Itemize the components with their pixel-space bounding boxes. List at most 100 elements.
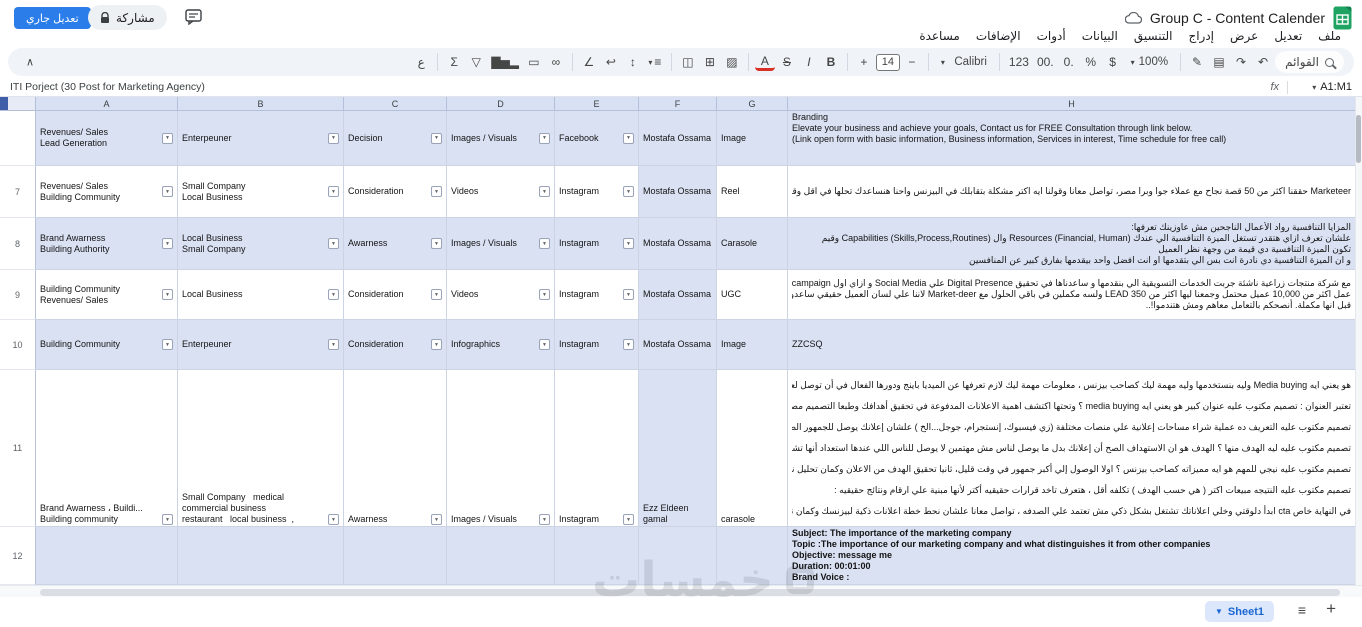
menu-item-8[interactable]: مساعدة [912, 27, 967, 45]
cell-F11[interactable]: Ezz Eldeen gamal [639, 370, 717, 527]
dropdown-icon[interactable]: ▼ [328, 339, 339, 350]
cell-H12[interactable]: Subject: The importance of the marketing… [788, 527, 1356, 585]
paint-format-icon[interactable]: ✎ [1187, 52, 1207, 72]
menu-item-3[interactable]: إدراج [1181, 27, 1221, 45]
cell-G8[interactable]: Carasole [717, 218, 788, 270]
cell-E12[interactable] [555, 527, 639, 585]
column-header-B[interactable]: B [178, 97, 344, 111]
cell-H11[interactable]: هو يعني ايه Media buying وليه بنستخدمها … [788, 370, 1356, 527]
column-header-H[interactable]: H [788, 97, 1356, 111]
insert-comment-icon[interactable]: ▭ [524, 52, 544, 72]
column-header-G[interactable]: G [717, 97, 788, 111]
functions-icon[interactable]: Σ [444, 52, 464, 72]
cell-C12[interactable] [344, 527, 447, 585]
row-header-10[interactable]: 10 [0, 320, 36, 370]
dropdown-icon[interactable]: ▼ [431, 514, 442, 525]
dropdown-icon[interactable]: ▼ [623, 514, 634, 525]
cell-D10[interactable]: Infographics ▼ [447, 320, 555, 370]
create-filter-icon[interactable]: ▽ [466, 52, 486, 72]
cell-A8[interactable]: Brand Awarness Building Authority ▼ [36, 218, 178, 270]
bold-icon[interactable]: B [821, 52, 841, 72]
edit-status-button[interactable]: تعديل جاري [14, 7, 91, 29]
font-size-input[interactable]: 14 [875, 53, 900, 71]
cell-A6[interactable]: Revenues/ Sales Lead Generation ▼ [36, 111, 178, 166]
column-header-C[interactable]: C [344, 97, 447, 111]
dropdown-icon[interactable]: ▼ [539, 238, 550, 249]
cell-D11[interactable]: Images / Visuals ▼ [447, 370, 555, 527]
dropdown-icon[interactable]: ▼ [431, 339, 442, 350]
dropdown-icon[interactable]: ▼ [328, 238, 339, 249]
cell-E7[interactable]: Instagram ▼ [555, 166, 639, 218]
dropdown-icon[interactable]: ▼ [539, 132, 550, 144]
vertical-scrollbar-thumb[interactable] [1356, 115, 1361, 163]
menu-item-6[interactable]: أدوات [1030, 27, 1073, 45]
insert-link-icon[interactable]: ∞ [546, 52, 566, 72]
cell-D12[interactable] [447, 527, 555, 585]
text-wrap-icon[interactable]: ↩ [601, 52, 621, 72]
percent-format-icon[interactable]: % [1081, 52, 1101, 72]
dropdown-icon[interactable]: ▼ [539, 514, 550, 525]
select-all-corner[interactable] [0, 97, 36, 111]
column-header-F[interactable]: F [639, 97, 717, 111]
comment-history-button[interactable] [184, 8, 202, 26]
cell-A9[interactable]: Building Community Revenues/ Sales ▼ [36, 270, 178, 320]
cell-A11[interactable]: Brand Awarness ، Buildi... Building comm… [36, 370, 178, 527]
dropdown-icon[interactable]: ▼ [623, 186, 634, 197]
horizontal-scrollbar-thumb[interactable] [40, 589, 1340, 596]
cell-E9[interactable]: Instagram ▼ [555, 270, 639, 320]
row-header-6[interactable] [0, 111, 36, 166]
name-box[interactable]: ▾ A1:M1 [1296, 81, 1352, 93]
cell-F12[interactable] [639, 527, 717, 585]
cell-F8[interactable]: Mostafa Ossama [639, 218, 717, 270]
decrease-font-size-icon[interactable]: − [902, 52, 922, 72]
all-sheets-icon[interactable]: ≡ [1298, 602, 1306, 618]
cell-E10[interactable]: Instagram ▼ [555, 320, 639, 370]
horizontal-align-icon[interactable]: ≡ ▾ [645, 52, 665, 72]
dropdown-icon[interactable]: ▼ [431, 186, 442, 197]
cell-H6[interactable]: Branding Elevate your business and achie… [788, 111, 1356, 166]
menu-item-4[interactable]: التنسيق [1127, 27, 1180, 45]
italic-icon[interactable]: I [799, 52, 819, 72]
cell-B11[interactable]: Small Company medical commercial busines… [178, 370, 344, 527]
insert-chart-icon[interactable]: ▂▅▇ [488, 52, 522, 72]
cell-D8[interactable]: Images / Visuals ▼ [447, 218, 555, 270]
row-header-12[interactable]: 12 [0, 527, 36, 585]
cell-B12[interactable] [178, 527, 344, 585]
cell-G9[interactable]: UGC [717, 270, 788, 320]
vertical-scrollbar[interactable] [1355, 97, 1362, 585]
redo-icon[interactable]: ↷ [1231, 52, 1251, 72]
dropdown-icon[interactable]: ▼ [539, 289, 550, 300]
dropdown-icon[interactable]: ▼ [162, 186, 173, 197]
menu-item-7[interactable]: الإضافات [969, 27, 1028, 45]
zoom-select[interactable]: 100% ▾ [1125, 56, 1174, 68]
cell-A7[interactable]: Revenues/ Sales Building Community ▼ [36, 166, 178, 218]
cell-G12[interactable] [717, 527, 788, 585]
dropdown-icon[interactable]: ▼ [623, 339, 634, 350]
horizontal-scrollbar[interactable] [0, 585, 1362, 597]
font-select[interactable]: Calibri ▾ [935, 56, 993, 68]
column-header-D[interactable]: D [447, 97, 555, 111]
row-header-11[interactable]: 11 [0, 370, 36, 527]
menu-item-2[interactable]: عرض [1223, 27, 1265, 45]
menu-item-1[interactable]: تعديل [1267, 27, 1309, 45]
cell-A10[interactable]: Building Community ▼ [36, 320, 178, 370]
dropdown-icon[interactable]: ▼ [162, 132, 173, 144]
strikethrough-icon[interactable]: S [777, 52, 797, 72]
column-header-E[interactable]: E [555, 97, 639, 111]
merge-cells-icon[interactable]: ◫ [678, 52, 698, 72]
cell-H8[interactable]: المزايا التنافسية رواد الأعمال الناجحين … [788, 218, 1356, 270]
text-color-icon[interactable]: A [754, 53, 775, 71]
dropdown-icon[interactable]: ▼ [162, 514, 173, 525]
cell-A12[interactable] [36, 527, 178, 585]
cell-B10[interactable]: Enterpeuner ▼ [178, 320, 344, 370]
document-status-cloud-icon[interactable] [1124, 12, 1142, 24]
add-sheet-icon[interactable]: + [1326, 599, 1336, 619]
cell-B9[interactable]: Local Business ▼ [178, 270, 344, 320]
cell-E6[interactable]: Facebook ▼ [555, 111, 639, 166]
menu-item-0[interactable]: ملف [1311, 27, 1348, 45]
row-header-9[interactable]: 9 [0, 270, 36, 320]
fill-color-icon[interactable]: ▨ [722, 52, 742, 72]
sheet-tab-sheet1[interactable]: ▼ Sheet1 [1205, 601, 1274, 622]
dropdown-icon[interactable]: ▼ [431, 132, 442, 144]
cell-F7[interactable]: Mostafa Ossama [639, 166, 717, 218]
